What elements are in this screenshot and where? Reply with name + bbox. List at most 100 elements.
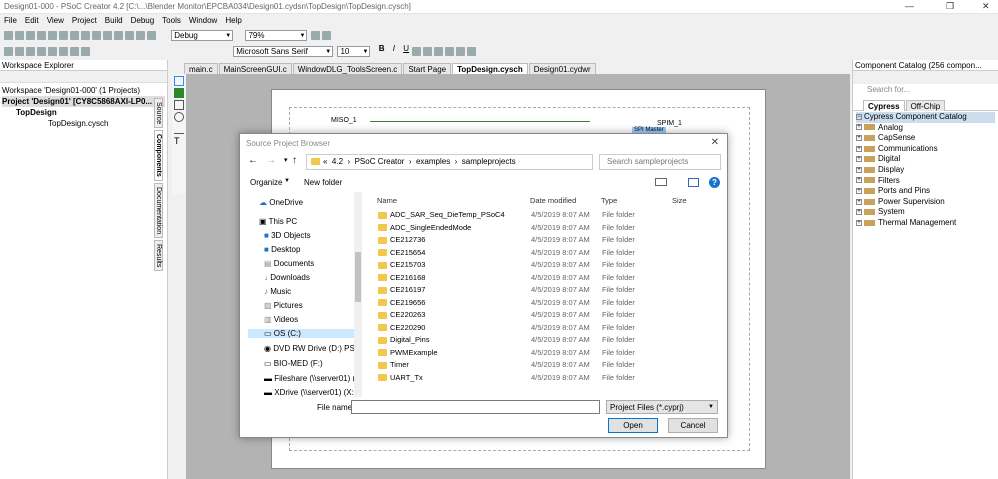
path-seg[interactable]: 4.2	[332, 157, 343, 166]
organize-button[interactable]: Organize	[250, 178, 282, 187]
catalog-item[interactable]: + Thermal Management	[856, 218, 995, 229]
align-center-icon[interactable]	[423, 47, 433, 56]
menu-project[interactable]: Project	[68, 14, 101, 27]
build-icon[interactable]	[48, 31, 57, 40]
vtab-results[interactable]: Results	[154, 240, 163, 272]
nav-music[interactable]: ♪ Music	[264, 287, 291, 296]
menu-help[interactable]: Help	[221, 14, 245, 27]
select-tool-icon[interactable]	[174, 76, 184, 86]
path-seg[interactable]: sampleprojects	[462, 157, 516, 166]
lock-icon[interactable]	[59, 47, 68, 56]
forward-icon[interactable]: →	[266, 155, 276, 166]
project-node[interactable]: Project 'Design01' [CY8C5868AXI-LP0...	[2, 96, 165, 107]
catalog-item[interactable]: + Power Supervision	[856, 197, 995, 208]
help-icon[interactable]: ?	[709, 177, 720, 188]
snap-icon[interactable]	[81, 47, 90, 56]
bold-button[interactable]: B	[379, 44, 385, 53]
order-icon[interactable]	[48, 47, 57, 56]
tab-main-c[interactable]: main.c	[184, 63, 218, 74]
search-input[interactable]: Search sampleprojects	[599, 154, 721, 170]
nav-os-c[interactable]: ▭ OS (C:)	[248, 329, 354, 338]
cancel-button[interactable]: Cancel	[668, 418, 718, 433]
grid-icon[interactable]	[70, 47, 79, 56]
catalog-item[interactable]: + System	[856, 207, 995, 218]
line-tool-icon[interactable]	[174, 124, 184, 134]
zoom-select[interactable]: 79% ▼	[245, 30, 308, 41]
catalog-item[interactable]: + Ports and Pins	[856, 186, 995, 197]
nav-onedrive[interactable]: ☁ OneDrive	[259, 198, 303, 207]
nav-fileshare[interactable]: ▬ Fileshare (\\server01) (N:)	[264, 374, 354, 383]
open-button[interactable]: Open	[608, 418, 658, 433]
dialog-close-icon[interactable]: ✕	[711, 137, 719, 148]
align-icon[interactable]	[15, 47, 24, 56]
tab-topdesign[interactable]: TopDesign.cysch	[452, 63, 528, 74]
italic-button[interactable]: I	[393, 44, 395, 53]
organize-dropdown-icon[interactable]: ▼	[284, 178, 290, 184]
menu-tools[interactable]: Tools	[158, 14, 185, 27]
back-icon[interactable]: ←	[248, 155, 258, 166]
catalog-item[interactable]: + Filters	[856, 176, 995, 187]
menu-view[interactable]: View	[43, 14, 68, 27]
menu-edit[interactable]: Edit	[21, 14, 43, 27]
column-date[interactable]: Date modified	[530, 196, 576, 205]
menu-build[interactable]: Build	[101, 14, 127, 27]
build-config-select[interactable]: Debug ▼	[171, 30, 234, 41]
tab-mainscreengui-c[interactable]: MainScreenGUI.c	[218, 63, 292, 74]
zoom-in-icon[interactable]	[310, 31, 320, 40]
redo-icon[interactable]	[136, 31, 145, 40]
layout-icon[interactable]	[4, 47, 13, 56]
address-bar[interactable]: « 4.2 › PSoC Creator › examples › sample…	[306, 154, 593, 170]
tab-windowdlg[interactable]: WindowDLG_ToolsScreen.c	[292, 63, 403, 74]
tab-start-page[interactable]: Start Page	[403, 63, 452, 74]
font-size-select[interactable]: 10 ▼	[337, 46, 371, 57]
nav-dvd-drive[interactable]: ◉ DVD RW Drive (D:) PSoC 5L	[264, 344, 354, 353]
fill-color-icon[interactable]	[467, 47, 477, 56]
catalog-item[interactable]: + Display	[856, 165, 995, 176]
preview-pane-icon[interactable]	[688, 178, 699, 187]
tab-design01-cydwr[interactable]: Design01.cydwr	[528, 63, 596, 74]
underline-button[interactable]: U	[403, 44, 409, 53]
catalog-item[interactable]: + Analog	[856, 123, 995, 134]
line-color-icon[interactable]	[456, 47, 466, 56]
minimize-icon[interactable]: —	[905, 1, 914, 11]
align-right-icon[interactable]	[434, 47, 444, 56]
vtab-components[interactable]: Components	[154, 130, 163, 181]
text-tool-icon[interactable]: T	[174, 136, 184, 146]
menu-window[interactable]: Window	[185, 14, 221, 27]
recent-icon[interactable]: ▾	[284, 156, 288, 164]
filename-input[interactable]	[351, 400, 600, 414]
close-icon[interactable]: ✕	[982, 1, 990, 12]
program-icon[interactable]	[59, 31, 68, 40]
catalog-item[interactable]: + CapSense	[856, 133, 995, 144]
debug-icon[interactable]	[70, 31, 79, 40]
component-tool-icon[interactable]	[174, 88, 184, 98]
restore-icon[interactable]: ❐	[946, 1, 954, 12]
nav-videos[interactable]: ▥ Videos	[264, 315, 298, 324]
path-seg[interactable]: PSoC Creator	[355, 157, 405, 166]
file-type-select[interactable]: Project Files (*.cyprj) ▼	[606, 400, 718, 414]
catalog-search[interactable]: Search for...	[853, 84, 998, 96]
text-color-icon[interactable]	[445, 47, 455, 56]
save-all-icon[interactable]	[37, 31, 46, 40]
font-family-select[interactable]: Microsoft Sans Serif ▼	[233, 46, 334, 57]
menu-file[interactable]: File	[0, 14, 21, 27]
column-name[interactable]: Name	[377, 196, 397, 205]
align-left-icon[interactable]	[412, 47, 422, 56]
workspace-node[interactable]: Workspace 'Design01-000' (1 Projects)	[2, 85, 165, 96]
vtab-documentation[interactable]: Documentation	[154, 182, 163, 239]
open-icon[interactable]	[15, 31, 24, 40]
nav-scrollbar[interactable]	[354, 192, 362, 397]
topdesign-folder[interactable]: TopDesign	[2, 107, 165, 118]
catalog-tab-cypress[interactable]: Cypress	[863, 100, 905, 111]
nav-xdrive[interactable]: ▬ XDrive (\\server01) (X:)	[264, 388, 354, 397]
find-icon[interactable]	[147, 31, 156, 40]
up-icon[interactable]: ↑	[292, 155, 297, 166]
catalog-root[interactable]: − Cypress Component Catalog	[856, 112, 995, 123]
undo-icon[interactable]	[125, 31, 134, 40]
catalog-item[interactable]: + Digital	[856, 154, 995, 165]
new-icon[interactable]	[4, 31, 13, 40]
zoom-out-icon[interactable]	[321, 31, 331, 40]
view-menu-icon[interactable]	[655, 178, 667, 186]
column-size[interactable]: Size	[672, 196, 687, 205]
nav-bio-med[interactable]: ▭ BIO-MED (F:)	[264, 359, 323, 368]
